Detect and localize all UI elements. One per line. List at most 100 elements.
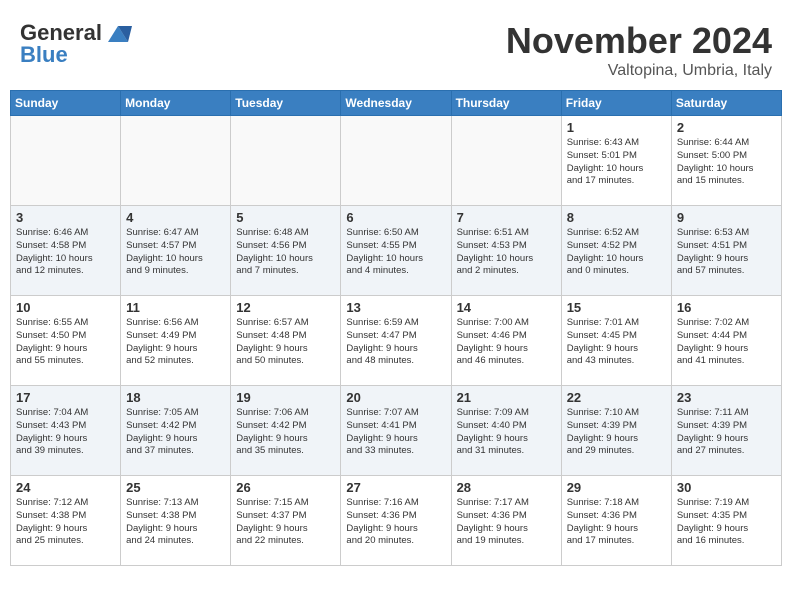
day-header-wednesday: Wednesday [341, 91, 451, 116]
day-header-thursday: Thursday [451, 91, 561, 116]
calendar-week-row: 1 Sunrise: 6:43 AM Sunset: 5:01 PM Daylig… [11, 116, 782, 206]
calendar-week-row: 24 Sunrise: 7:12 AM Sunset: 4:38 PM Dayli… [11, 476, 782, 566]
calendar-day-28: 28 Sunrise: 7:17 AM Sunset: 4:36 PM Dayli… [451, 476, 561, 566]
calendar-day-15: 15Sunrise: 7:01 AM Sunset: 4:45 PM Dayli… [561, 296, 671, 386]
day-header-saturday: Saturday [671, 91, 781, 116]
calendar-week-row: 3 Sunrise: 6:46 AM Sunset: 4:58 PM Daylig… [11, 206, 782, 296]
day-info: Sunrise: 7:13 AM Sunset: 4:38 PM Dayligh… [126, 497, 225, 548]
calendar-day-11: 11Sunrise: 6:56 AM Sunset: 4:49 PM Dayli… [121, 296, 231, 386]
day-info: Sunrise: 7:04 AM Sunset: 4:43 PM Dayligh… [16, 407, 115, 458]
calendar-week-row: 17 Sunrise: 7:04 AM Sunset: 4:43 PM Dayli… [11, 386, 782, 476]
day-number: 8 [567, 210, 666, 225]
day-info: Sunrise: 7:00 AM Sunset: 4:46 PM Dayligh… [457, 317, 556, 368]
day-number: 23 [677, 390, 776, 405]
logo: General Blue [20, 20, 132, 68]
title-block: November 2024 Valtopina, Umbria, Italy [506, 20, 772, 80]
day-info: Sunrise: 7:16 AM Sunset: 4:36 PM Dayligh… [346, 497, 445, 548]
calendar-day-18: 18 Sunrise: 7:05 AM Sunset: 4:42 PM Dayli… [121, 386, 231, 476]
calendar-day-9: 9Sunrise: 6:53 AM Sunset: 4:51 PM Daylig… [671, 206, 781, 296]
calendar-day-20: 20 Sunrise: 7:07 AM Sunset: 4:41 PM Dayli… [341, 386, 451, 476]
calendar-day-2: 2Sunrise: 6:44 AM Sunset: 5:00 PM Daylig… [671, 116, 781, 206]
day-header-friday: Friday [561, 91, 671, 116]
day-number: 10 [16, 300, 115, 315]
calendar-day-empty [11, 116, 121, 206]
calendar-day-empty [121, 116, 231, 206]
month-title: November 2024 [506, 20, 772, 62]
calendar-day-26: 26Sunrise: 7:15 AM Sunset: 4:37 PM Dayli… [231, 476, 341, 566]
day-info: Sunrise: 7:01 AM Sunset: 4:45 PM Dayligh… [567, 317, 666, 368]
day-number: 28 [457, 480, 556, 495]
day-number: 9 [677, 210, 776, 225]
calendar-day-3: 3 Sunrise: 6:46 AM Sunset: 4:58 PM Daylig… [11, 206, 121, 296]
day-number: 19 [236, 390, 335, 405]
calendar-day-21: 21Sunrise: 7:09 AM Sunset: 4:40 PM Dayli… [451, 386, 561, 476]
calendar-day-16: 16 Sunrise: 7:02 AM Sunset: 4:44 PM Dayli… [671, 296, 781, 386]
calendar-day-empty [231, 116, 341, 206]
day-info: Sunrise: 6:50 AM Sunset: 4:55 PM Dayligh… [346, 227, 445, 278]
day-info: Sunrise: 7:17 AM Sunset: 4:36 PM Dayligh… [457, 497, 556, 548]
day-info: Sunrise: 6:51 AM Sunset: 4:53 PM Dayligh… [457, 227, 556, 278]
calendar-day-19: 19Sunrise: 7:06 AM Sunset: 4:42 PM Dayli… [231, 386, 341, 476]
day-number: 26 [236, 480, 335, 495]
calendar-day-14: 14 Sunrise: 7:00 AM Sunset: 4:46 PM Dayli… [451, 296, 561, 386]
day-info: Sunrise: 7:09 AM Sunset: 4:40 PM Dayligh… [457, 407, 556, 458]
calendar-day-27: 27 Sunrise: 7:16 AM Sunset: 4:36 PM Dayli… [341, 476, 451, 566]
day-number: 3 [16, 210, 115, 225]
calendar-day-5: 5Sunrise: 6:48 AM Sunset: 4:56 PM Daylig… [231, 206, 341, 296]
logo-icon [104, 22, 132, 46]
day-info: Sunrise: 6:46 AM Sunset: 4:58 PM Dayligh… [16, 227, 115, 278]
calendar-day-6: 6 Sunrise: 6:50 AM Sunset: 4:55 PM Daylig… [341, 206, 451, 296]
day-info: Sunrise: 6:47 AM Sunset: 4:57 PM Dayligh… [126, 227, 225, 278]
calendar-day-4: 4 Sunrise: 6:47 AM Sunset: 4:57 PM Daylig… [121, 206, 231, 296]
day-info: Sunrise: 6:55 AM Sunset: 4:50 PM Dayligh… [16, 317, 115, 368]
day-number: 5 [236, 210, 335, 225]
calendar-day-12: 12Sunrise: 6:57 AM Sunset: 4:48 PM Dayli… [231, 296, 341, 386]
calendar-day-10: 10 Sunrise: 6:55 AM Sunset: 4:50 PM Dayli… [11, 296, 121, 386]
calendar-day-1: 1 Sunrise: 6:43 AM Sunset: 5:01 PM Daylig… [561, 116, 671, 206]
calendar-day-17: 17 Sunrise: 7:04 AM Sunset: 4:43 PM Dayli… [11, 386, 121, 476]
day-number: 17 [16, 390, 115, 405]
calendar-header-row: SundayMondayTuesdayWednesdayThursdayFrid… [11, 91, 782, 116]
logo-text-line2: Blue [20, 42, 68, 67]
day-header-sunday: Sunday [11, 91, 121, 116]
day-number: 6 [346, 210, 445, 225]
day-info: Sunrise: 6:56 AM Sunset: 4:49 PM Dayligh… [126, 317, 225, 368]
day-number: 29 [567, 480, 666, 495]
calendar-day-29: 29 Sunrise: 7:18 AM Sunset: 4:36 PM Dayli… [561, 476, 671, 566]
day-header-tuesday: Tuesday [231, 91, 341, 116]
day-number: 13 [346, 300, 445, 315]
day-number: 18 [126, 390, 225, 405]
calendar-day-25: 25 Sunrise: 7:13 AM Sunset: 4:38 PM Dayli… [121, 476, 231, 566]
day-info: Sunrise: 7:19 AM Sunset: 4:35 PM Dayligh… [677, 497, 776, 548]
day-info: Sunrise: 7:05 AM Sunset: 4:42 PM Dayligh… [126, 407, 225, 458]
day-info: Sunrise: 7:07 AM Sunset: 4:41 PM Dayligh… [346, 407, 445, 458]
calendar-table: SundayMondayTuesdayWednesdayThursdayFrid… [10, 90, 782, 566]
day-number: 7 [457, 210, 556, 225]
day-header-monday: Monday [121, 91, 231, 116]
calendar-day-7: 7 Sunrise: 6:51 AM Sunset: 4:53 PM Daylig… [451, 206, 561, 296]
location-subtitle: Valtopina, Umbria, Italy [506, 62, 772, 80]
day-info: Sunrise: 7:12 AM Sunset: 4:38 PM Dayligh… [16, 497, 115, 548]
calendar-week-row: 10 Sunrise: 6:55 AM Sunset: 4:50 PM Dayli… [11, 296, 782, 386]
day-info: Sunrise: 7:11 AM Sunset: 4:39 PM Dayligh… [677, 407, 776, 458]
day-info: Sunrise: 6:52 AM Sunset: 4:52 PM Dayligh… [567, 227, 666, 278]
day-number: 16 [677, 300, 776, 315]
calendar-day-23: 23 Sunrise: 7:11 AM Sunset: 4:39 PM Dayli… [671, 386, 781, 476]
day-info: Sunrise: 6:43 AM Sunset: 5:01 PM Dayligh… [567, 137, 666, 188]
day-number: 24 [16, 480, 115, 495]
day-number: 25 [126, 480, 225, 495]
calendar-day-empty [341, 116, 451, 206]
day-info: Sunrise: 7:02 AM Sunset: 4:44 PM Dayligh… [677, 317, 776, 368]
calendar-day-24: 24 Sunrise: 7:12 AM Sunset: 4:38 PM Dayli… [11, 476, 121, 566]
day-info: Sunrise: 6:59 AM Sunset: 4:47 PM Dayligh… [346, 317, 445, 368]
day-info: Sunrise: 7:18 AM Sunset: 4:36 PM Dayligh… [567, 497, 666, 548]
day-number: 14 [457, 300, 556, 315]
day-number: 4 [126, 210, 225, 225]
calendar-day-empty [451, 116, 561, 206]
day-number: 30 [677, 480, 776, 495]
day-number: 20 [346, 390, 445, 405]
day-number: 1 [567, 120, 666, 135]
calendar-day-8: 8 Sunrise: 6:52 AM Sunset: 4:52 PM Daylig… [561, 206, 671, 296]
day-info: Sunrise: 6:57 AM Sunset: 4:48 PM Dayligh… [236, 317, 335, 368]
day-number: 27 [346, 480, 445, 495]
